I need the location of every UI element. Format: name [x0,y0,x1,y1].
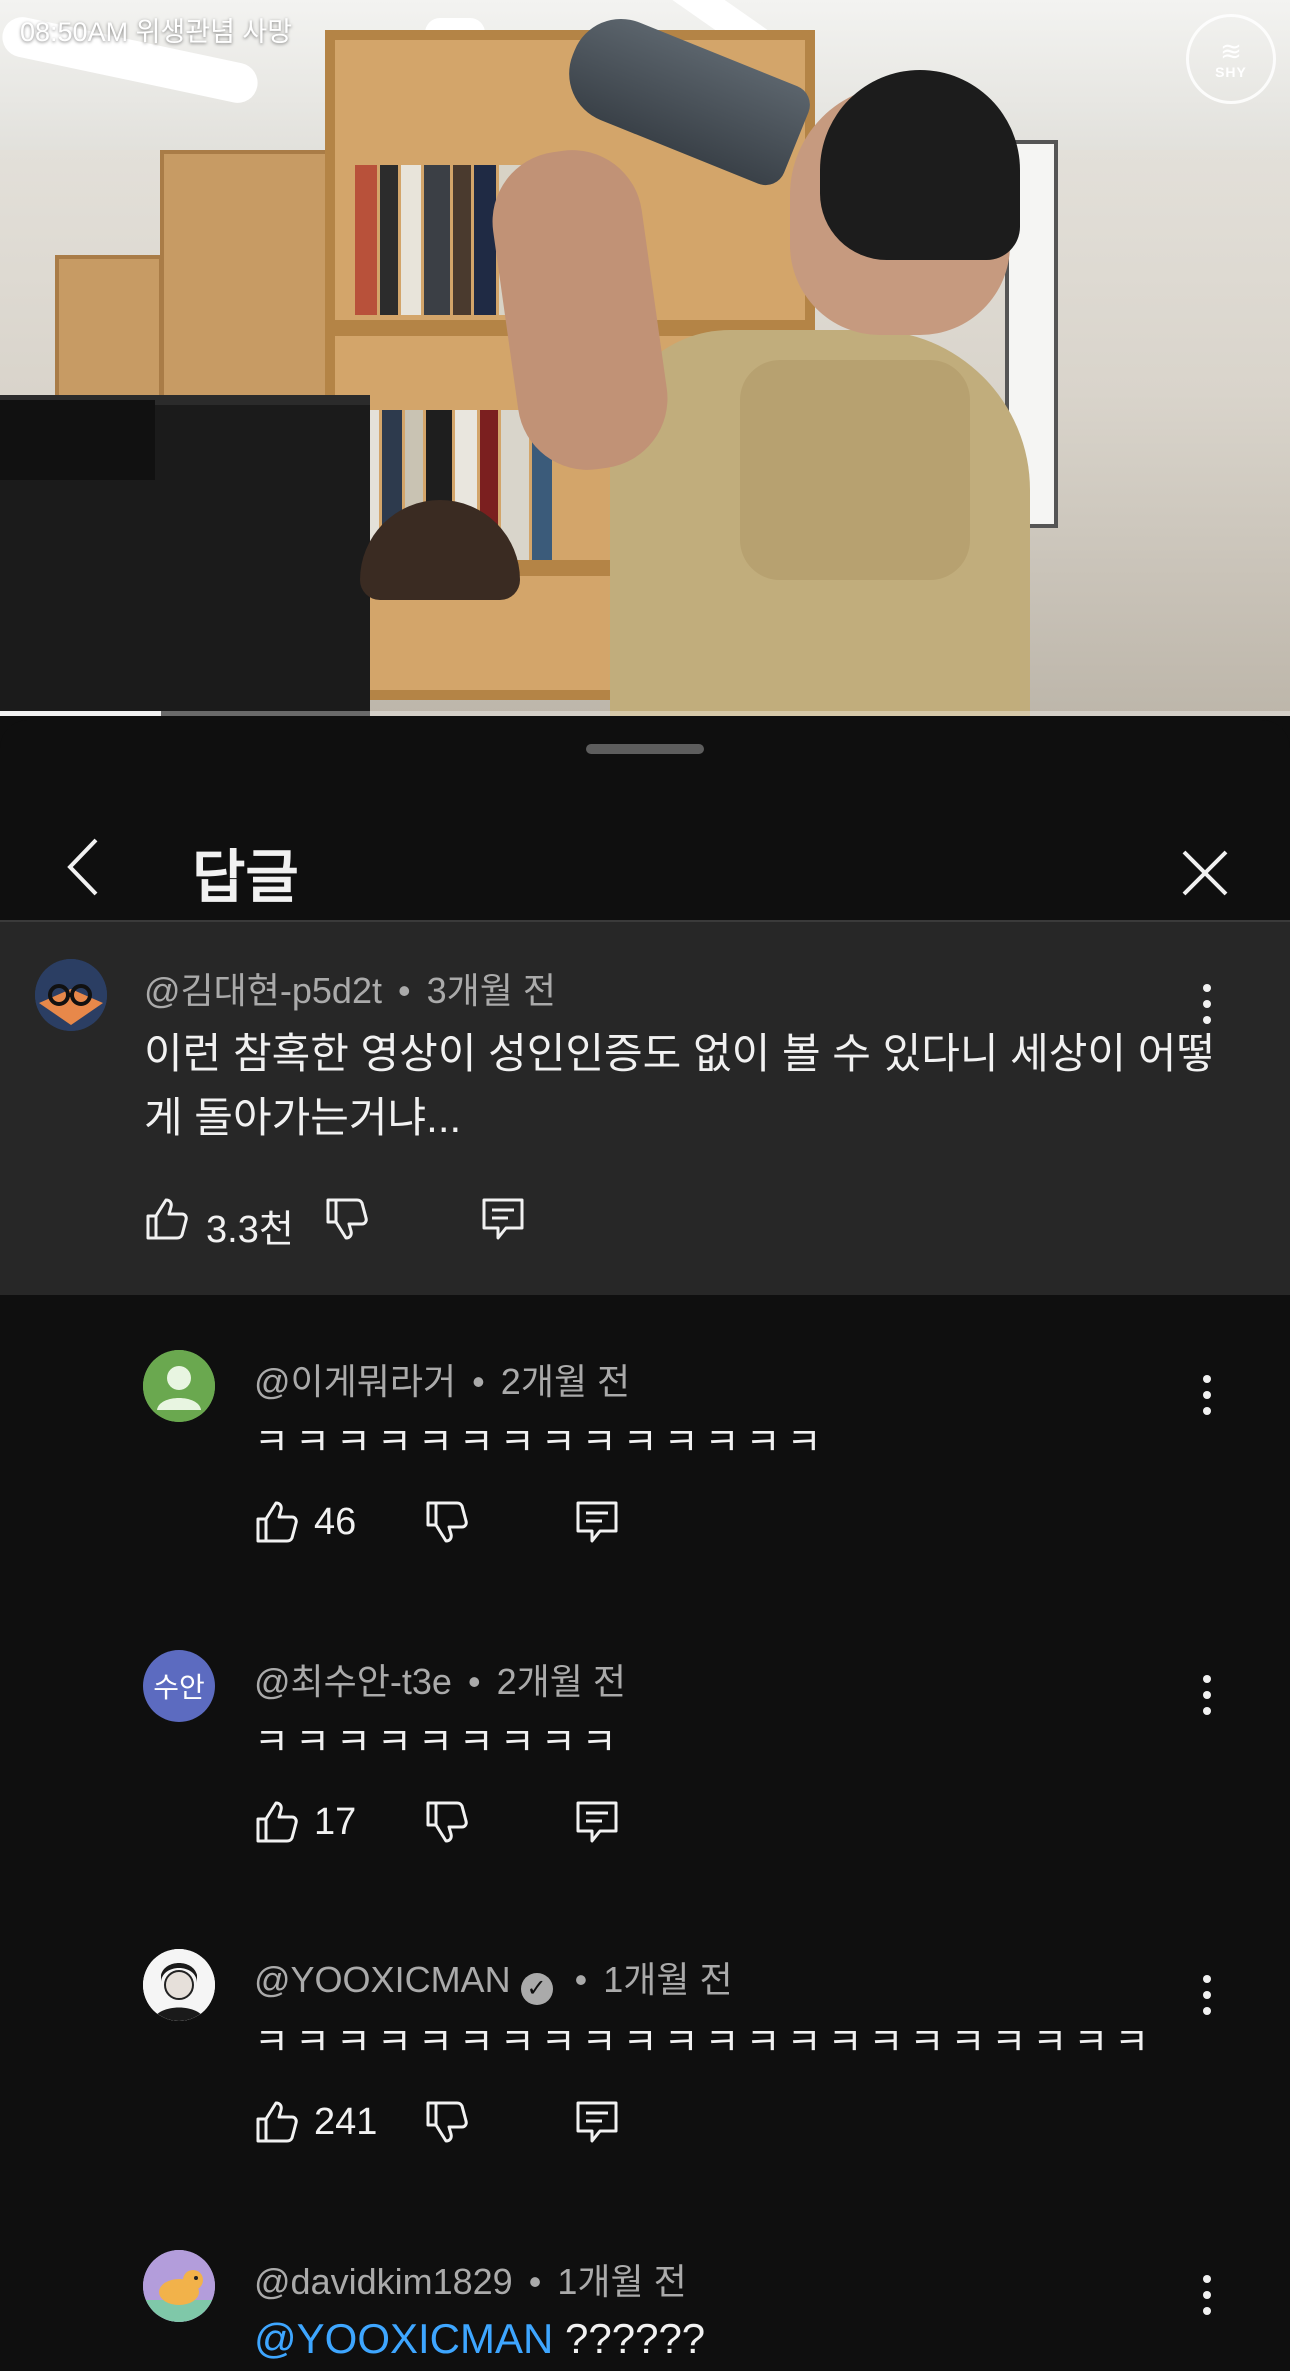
more-options-icon[interactable] [1192,1365,1222,1425]
comment-author[interactable]: @김대현-p5d2t [144,970,382,1011]
like-icon[interactable] [254,2099,300,2145]
more-options-icon[interactable] [1192,2265,1222,2325]
comment-text-content: ?????? [565,2315,706,2362]
reply-comment: @이게뭐라거 • 2개월 전 ㅋㅋㅋㅋㅋㅋㅋㅋㅋㅋㅋㅋㅋㅋ 46 [0,1315,1290,1615]
reply-comment: 수안 @최수안-t3e • 2개월 전 ㅋㅋㅋㅋㅋㅋㅋㅋㅋ 17 [0,1615,1290,1915]
back-arrow-icon[interactable] [50,832,120,902]
reply-comment: @YOOXICMAN ✓ • 1개월 전 ㅋㅋㅋㅋㅋㅋㅋㅋㅋㅋㅋㅋㅋㅋㅋㅋㅋㅋㅋㅋ… [0,1915,1290,2215]
comment-meta: @김대현-p5d2t • 3개월 전 [144,962,556,1014]
comment-meta: @이게뭐라거 • 2개월 전 [254,1353,630,1405]
reply-icon[interactable] [574,2099,620,2145]
reply-icon[interactable] [574,1499,620,1545]
meta-separator: • [467,1661,481,1702]
comment-time: 3개월 전 [426,970,557,1011]
video-person-sleeve [740,360,970,580]
reply-comment: @davidkim1829 • 1개월 전 @YOOXICMAN ?????? [0,2215,1290,2367]
meta-separator: • [528,2261,542,2302]
like-count: 3.3천 [206,1209,294,1251]
wing-icon: ≋ [1220,36,1242,66]
comment-time: 1개월 전 [557,2261,687,2302]
comment-actions: 241 [254,2095,654,2155]
video-person-hair [820,70,1020,260]
comment-text: @YOOXICMAN ?????? [254,2307,705,2371]
parent-comment: @김대현-p5d2t • 3개월 전 이런 참혹한 영상이 성인인증도 없이 볼… [0,922,1290,1295]
dislike-icon[interactable] [424,2099,470,2145]
comment-author[interactable]: @davidkim1829 [254,2261,513,2302]
avatar-image [143,1949,215,2021]
avatar-image [143,2250,215,2322]
meta-separator: • [472,1361,485,1402]
verified-check-icon: ✓ [520,1973,553,2005]
comment-meta: @YOOXICMAN ✓ • 1개월 전 [254,1951,733,2005]
more-options-icon[interactable] [1192,1665,1222,1725]
default-user-icon [143,1350,215,1422]
video-monitor [0,400,155,480]
comment-author[interactable]: @이게뭐라거 [254,1361,456,1402]
drag-handle[interactable] [586,744,704,754]
comment-author[interactable]: @YOOXICMAN [254,1959,511,2000]
avatar[interactable]: 수안 [143,1650,215,1722]
like-icon[interactable] [144,1196,190,1242]
dislike-icon[interactable] [424,1799,470,1845]
dislike-icon[interactable] [324,1196,370,1242]
video-progress-fill [0,711,162,716]
comment-actions: 17 [254,1795,654,1855]
mention-link[interactable]: @YOOXICMAN [254,2315,553,2362]
like-icon[interactable] [254,1799,300,1845]
video-caption: 08:50AM 위생관념 사망 [20,17,293,47]
avatar[interactable] [35,959,107,1031]
avatar-initials: 수안 [153,1672,205,1703]
comment-time: 1개월 전 [603,1959,733,2000]
like-count: 46 [314,1501,357,1543]
avatar[interactable] [143,1949,215,2021]
like-count: 241 [314,2101,378,2143]
channel-logo: ≋ SHY [1186,14,1276,104]
like-count: 17 [314,1801,357,1843]
comment-text: ㅋㅋㅋㅋㅋㅋㅋㅋㅋㅋㅋㅋㅋㅋㅋㅋㅋㅋㅋㅋㅋㅋ [254,2022,1156,2064]
reply-icon[interactable] [574,1799,620,1845]
comment-text: 이런 참혹한 영상이 성인인증도 없이 볼 수 있다니 세상이 어떻게 돌아가는… [144,1030,1216,1141]
reply-icon[interactable] [480,1196,526,1242]
comment-meta: @davidkim1829 • 1개월 전 [254,2253,687,2305]
comment-text: ㅋㅋㅋㅋㅋㅋㅋㅋㅋㅋㅋㅋㅋㅋ [254,1422,828,1464]
channel-logo-text: SHY [1215,64,1247,80]
meta-separator: • [398,970,411,1011]
comment-actions: 3.3천 [144,1192,544,1252]
comment-meta: @최수안-t3e • 2개월 전 [254,1653,626,1705]
video-door [55,255,163,413]
close-icon[interactable] [1170,838,1240,908]
sheet-title: 답글 [192,845,299,910]
comment-text: ㅋㅋㅋㅋㅋㅋㅋㅋㅋ [254,1722,623,1764]
replies-sheet: 답글 @김대현-p5d2t • 3개월 전 이런 참혹한 영상이 성인인증도 없… [0,720,1290,2367]
comment-author[interactable]: @최수안-t3e [254,1661,452,1702]
comment-time: 2개월 전 [496,1661,626,1702]
more-options-icon[interactable] [1192,1965,1222,2025]
avatar-image [35,959,107,1031]
video-progress-bar[interactable] [0,711,1290,716]
avatar[interactable] [143,2250,215,2322]
dislike-icon[interactable] [424,1499,470,1545]
video-player[interactable]: 08:50AM 위생관념 사망 ≋ SHY [0,0,1290,716]
like-icon[interactable] [254,1499,300,1545]
avatar[interactable] [143,1350,215,1422]
comment-time: 2개월 전 [500,1361,631,1402]
comment-actions: 46 [254,1495,654,1555]
sheet-header: 답글 [0,780,1290,920]
meta-separator: • [574,1959,588,2000]
